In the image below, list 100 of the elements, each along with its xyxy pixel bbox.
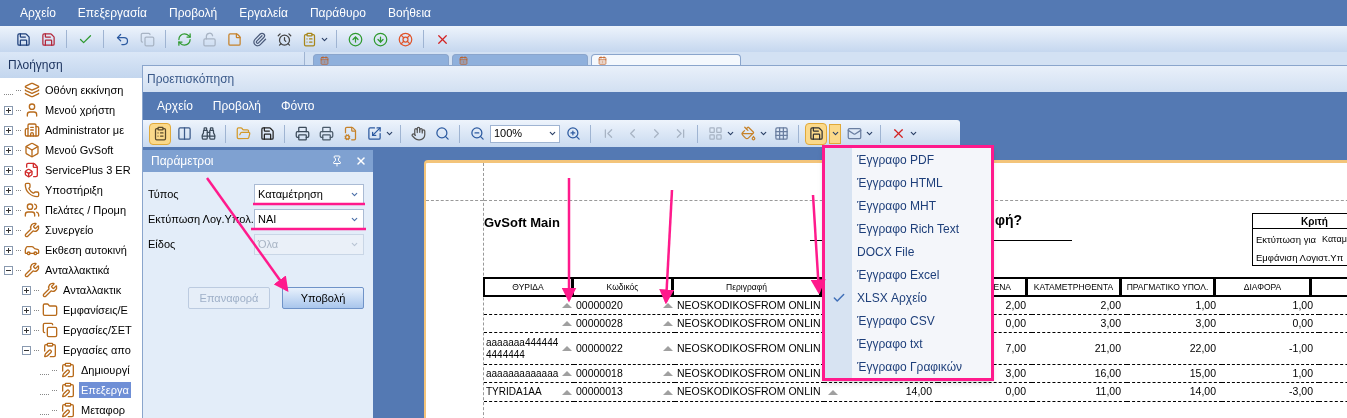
dropdown-field[interactable]: Καταμέτρηση xyxy=(254,184,364,205)
table-cell: 14,00 xyxy=(1189,384,1216,400)
triangle-icon[interactable] xyxy=(663,389,673,395)
menu-item[interactable]: Έγγραφο HTML xyxy=(825,171,991,194)
collapse-icon[interactable] xyxy=(4,265,13,275)
table-cell-text: 00000018 xyxy=(576,365,623,381)
tree-item[interactable]: Εργασίες απο xyxy=(61,341,133,359)
expand-icon[interactable] xyxy=(22,325,31,335)
box-icon xyxy=(24,142,40,158)
criteria-title: Κριτή xyxy=(1301,215,1328,228)
tree-item[interactable]: Administrator με xyxy=(43,121,127,139)
menu-item[interactable]: Βοήθεια xyxy=(388,4,431,22)
caret-icon[interactable] xyxy=(726,129,735,138)
tree-item[interactable]: Δημιουργί xyxy=(79,361,132,379)
expand-icon[interactable] xyxy=(4,185,13,195)
menu-item[interactable]: Φόντο xyxy=(281,97,315,115)
person-icon xyxy=(24,102,40,118)
zoom-combo[interactable]: 100% xyxy=(490,124,560,143)
tree-item[interactable]: Εμφανίσεις/Ε xyxy=(61,301,130,319)
tree-item[interactable]: Εκθεση αυτοκινή xyxy=(43,241,129,259)
caret-icon xyxy=(350,215,359,224)
expand-icon[interactable] xyxy=(4,225,13,235)
triangle-icon[interactable] xyxy=(828,389,838,395)
tree-item[interactable]: Μενού GvSoft xyxy=(43,141,116,159)
parameters-icon[interactable] xyxy=(149,122,171,145)
export-icon[interactable] xyxy=(805,122,827,145)
close-icon[interactable] xyxy=(355,155,367,167)
tree-item[interactable]: Μενού χρήστη xyxy=(43,101,118,119)
expand-icon[interactable] xyxy=(4,145,13,155)
report-heading: φή? xyxy=(994,211,1022,230)
menu-item[interactable]: Αρχείο xyxy=(157,97,193,115)
triangle-icon[interactable] xyxy=(562,389,572,395)
tree-item[interactable]: Ανταλλακτικ xyxy=(61,281,124,299)
table-cell-text: 7,00 xyxy=(1005,340,1026,356)
menu-item[interactable]: Έγγραφο CSV xyxy=(825,309,991,332)
menu-item[interactable]: Έγγραφο PDF xyxy=(825,148,991,171)
caret-icon[interactable] xyxy=(759,129,768,138)
table-cell-text: 3,00 xyxy=(1005,365,1026,381)
criteria-label: Εμφάνιση Λογιστ.Υπ xyxy=(1256,251,1344,266)
expand-icon[interactable] xyxy=(4,205,13,215)
tree-item[interactable]: Πελάτες / Προμη xyxy=(43,201,129,219)
dropdown-field[interactable]: ΝΑΙ xyxy=(254,209,364,230)
tree-item[interactable]: Εργασίες/ΣΕΤ xyxy=(61,321,134,339)
calendar-icon xyxy=(320,56,329,65)
caret-icon[interactable] xyxy=(909,129,918,138)
expand-icon[interactable] xyxy=(4,245,13,255)
menu-item[interactable]: DOCX File xyxy=(825,240,991,263)
tree-item[interactable]: Μεταφορ xyxy=(79,401,128,418)
phone-icon xyxy=(24,182,40,198)
triangle-icon[interactable] xyxy=(663,303,673,308)
expand-icon[interactable] xyxy=(22,305,31,315)
menu-item[interactable]: Παράθυρο xyxy=(309,4,366,22)
folder-icon xyxy=(42,302,58,318)
table-cell: aaaaaaaaaaaaa xyxy=(486,367,560,380)
menu-item[interactable]: Έγγραφο txt xyxy=(825,332,991,355)
tree-item[interactable]: Οθόνη εκκίνηση xyxy=(43,81,126,99)
expand-icon[interactable] xyxy=(22,285,31,295)
menu-item[interactable]: Αρχείο xyxy=(20,4,56,22)
menu-item[interactable]: Έγγραφο Γραφικών xyxy=(825,355,991,378)
menu-item[interactable]: Έγγραφο MHT xyxy=(825,194,991,217)
menu-item[interactable]: Προβολή xyxy=(168,4,218,22)
menu-item[interactable]: Επεξεργασία xyxy=(77,4,147,22)
triangle-icon[interactable] xyxy=(663,321,673,326)
tree-item[interactable]: ServicePlus 3 ER xyxy=(43,161,133,179)
column-header: Περιγραφή xyxy=(672,277,821,297)
table-cell: 00000013 xyxy=(576,384,623,400)
wrench-icon xyxy=(24,262,40,278)
triangle-icon[interactable] xyxy=(562,371,572,376)
caret-icon[interactable] xyxy=(865,129,874,138)
triangle-icon[interactable] xyxy=(562,303,572,308)
clipboard-icon xyxy=(42,342,58,358)
caret-icon[interactable] xyxy=(385,129,394,138)
menu-item[interactable]: Έγγραφο Rich Text xyxy=(825,217,991,240)
collapse-icon[interactable] xyxy=(22,345,31,355)
table-cell-text: 15,00 xyxy=(1189,365,1216,381)
table-cell: aaaaaaa4444444444444 xyxy=(486,336,560,361)
tree-item[interactable]: Υποστήριξη xyxy=(43,181,105,199)
tree-item[interactable]: Συνεργείο xyxy=(43,221,96,239)
triangle-icon[interactable] xyxy=(663,346,673,351)
pin-icon[interactable] xyxy=(331,155,343,167)
expand-icon[interactable] xyxy=(4,165,13,175)
table-cell-text: 00000022 xyxy=(576,340,623,356)
triangle-icon[interactable] xyxy=(562,321,572,326)
table-cell-text: TYRIDA1AA xyxy=(486,386,543,398)
table-cell-text: -1,00 xyxy=(1289,340,1313,356)
expand-icon[interactable] xyxy=(4,125,13,135)
report-title: GvSoft Main xyxy=(484,215,560,230)
column-header: Κωδικός xyxy=(572,277,673,297)
triangle-icon[interactable] xyxy=(562,346,572,351)
table-cell-text: 3,00 xyxy=(1195,315,1216,331)
menu-item[interactable]: Προβολή xyxy=(212,97,261,115)
triangle-icon[interactable] xyxy=(663,371,673,376)
person-icon xyxy=(24,202,40,218)
menu-item[interactable]: Εργαλεία xyxy=(239,4,288,22)
tools-icon xyxy=(24,222,40,238)
expand-icon[interactable] xyxy=(4,105,13,115)
caret-icon xyxy=(830,129,840,138)
tree-item[interactable]: Ανταλλακτικά xyxy=(43,261,112,279)
form-button[interactable]: Υποβολή xyxy=(282,287,364,309)
column-header: ΔΙΑΦΟΡΑ xyxy=(1214,277,1311,297)
